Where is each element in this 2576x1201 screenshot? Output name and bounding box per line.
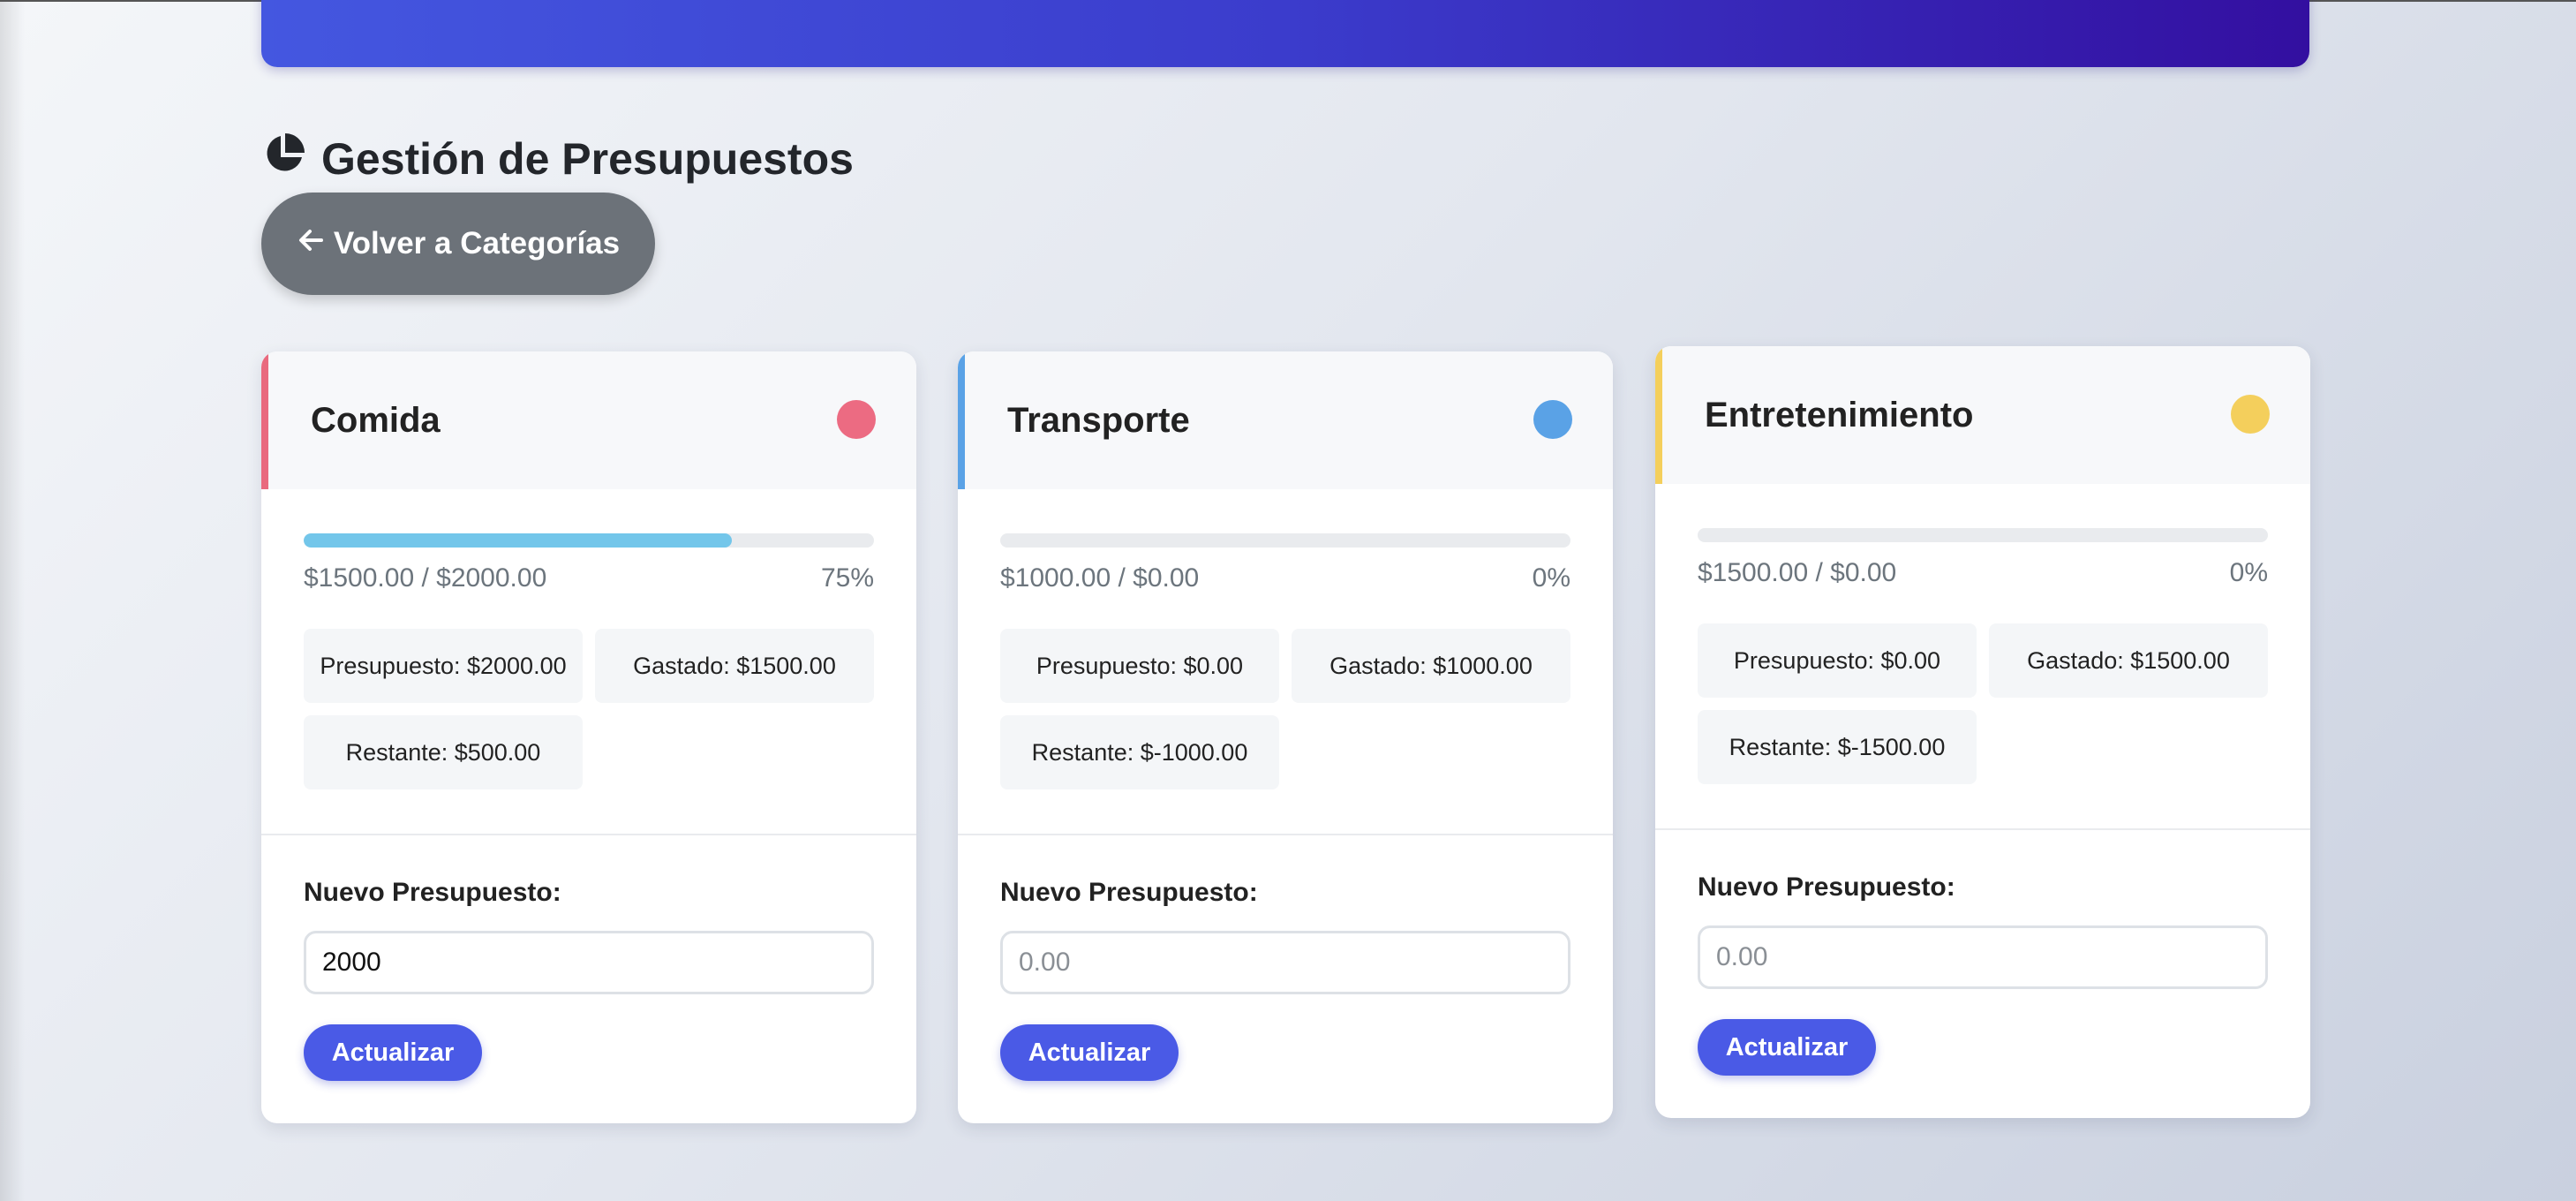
spent-of-budget: $1500.00 / $2000.00 bbox=[304, 563, 547, 593]
page-title-text: Gestión de Presupuestos bbox=[321, 134, 854, 184]
new-budget-input[interactable] bbox=[1000, 931, 1570, 994]
hero-banner bbox=[261, 0, 2309, 67]
card-header: Transporte bbox=[958, 351, 1613, 489]
card-accent-bar bbox=[1655, 346, 1662, 484]
new-budget-input[interactable] bbox=[304, 931, 874, 994]
progress-bar-fill bbox=[304, 533, 732, 548]
page-title: Gestión de Presupuestos bbox=[261, 131, 854, 187]
budget-card-comida: Comida $1500.00 / $2000.00 75% Presupues… bbox=[261, 351, 916, 1123]
stat-restante: Restante: $-1000.00 bbox=[1000, 715, 1279, 789]
progress-percent: 0% bbox=[2229, 558, 2268, 587]
progress-percent: 0% bbox=[1532, 563, 1570, 593]
back-to-categories-button[interactable]: Volver a Categorías bbox=[261, 193, 655, 295]
card-title: Entretenimiento bbox=[1705, 395, 1974, 434]
stat-gastado: Gastado: $1000.00 bbox=[1292, 629, 1570, 703]
back-button-label: Volver a Categorías bbox=[333, 226, 621, 261]
card-divider bbox=[261, 834, 916, 835]
stat-presupuesto: Presupuesto: $2000.00 bbox=[304, 629, 583, 703]
amounts-row: $1500.00 / $2000.00 75% bbox=[304, 563, 874, 593]
pie-chart-icon bbox=[261, 131, 307, 187]
new-budget-input[interactable] bbox=[1698, 925, 2268, 989]
card-accent-bar bbox=[261, 351, 268, 489]
card-title: Comida bbox=[311, 400, 441, 440]
card-divider bbox=[1655, 828, 2310, 830]
category-color-dot bbox=[1533, 400, 1572, 439]
window-edge-shadow bbox=[0, 0, 25, 1201]
spent-of-budget: $1500.00 / $0.00 bbox=[1698, 558, 1897, 587]
card-header: Comida bbox=[261, 351, 916, 489]
new-budget-label: Nuevo Presupuesto: bbox=[1698, 872, 1955, 902]
budget-card-transporte: Transporte $1000.00 / $0.00 0% Presupues… bbox=[958, 351, 1613, 1123]
category-color-dot bbox=[837, 400, 876, 439]
stat-restante: Restante: $-1500.00 bbox=[1698, 710, 1977, 784]
progress-bar bbox=[304, 533, 874, 548]
spent-of-budget: $1000.00 / $0.00 bbox=[1000, 563, 1200, 593]
stat-restante: Restante: $500.00 bbox=[304, 715, 583, 789]
card-divider bbox=[958, 834, 1613, 835]
stat-gastado: Gastado: $1500.00 bbox=[1989, 623, 2268, 698]
card-accent-bar bbox=[958, 351, 965, 489]
arrow-left-icon bbox=[297, 226, 325, 262]
budget-card-entretenimiento: Entretenimiento $1500.00 / $0.00 0% Pres… bbox=[1655, 346, 2310, 1118]
progress-bar bbox=[1698, 528, 2268, 542]
stat-presupuesto: Presupuesto: $0.00 bbox=[1698, 623, 1977, 698]
amounts-row: $1500.00 / $0.00 0% bbox=[1698, 558, 2268, 588]
card-header: Entretenimiento bbox=[1655, 346, 2310, 484]
stat-presupuesto: Presupuesto: $0.00 bbox=[1000, 629, 1279, 703]
progress-percent: 75% bbox=[820, 563, 874, 593]
update-budget-button[interactable]: Actualizar bbox=[1000, 1024, 1179, 1081]
category-color-dot bbox=[2231, 395, 2270, 434]
card-title: Transporte bbox=[1007, 400, 1190, 440]
stat-gastado: Gastado: $1500.00 bbox=[595, 629, 874, 703]
progress-bar bbox=[1000, 533, 1570, 548]
new-budget-label: Nuevo Presupuesto: bbox=[304, 878, 561, 907]
new-budget-label: Nuevo Presupuesto: bbox=[1000, 878, 1258, 907]
amounts-row: $1000.00 / $0.00 0% bbox=[1000, 563, 1570, 593]
update-budget-button[interactable]: Actualizar bbox=[1698, 1019, 1876, 1076]
update-budget-button[interactable]: Actualizar bbox=[304, 1024, 482, 1081]
